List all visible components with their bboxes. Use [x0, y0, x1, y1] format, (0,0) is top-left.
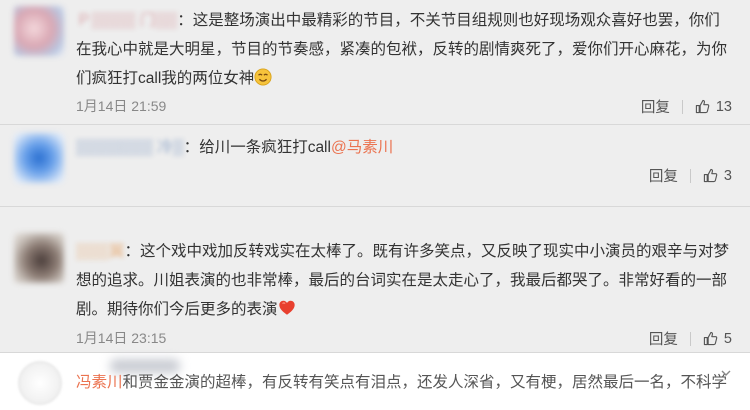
timestamp: 1月14日 21:59: [76, 98, 167, 114]
like-button[interactable]: 5: [703, 331, 732, 347]
thumbs-up-icon: [703, 168, 718, 183]
comment-body: 和贾金金演的超棒，有反转有笑点有泪点，还发人深省，又有梗，居然最后一名，不科学: [122, 374, 728, 391]
username[interactable]: ▒▒▒▒▒▒▒ 冷▒: [76, 133, 184, 162]
username[interactable]: ▒▒▒翼: [76, 237, 124, 266]
comment-item: Ｐ▒▒▒▒ 门▒▒：这是整场演出中最精彩的节目，不关节目组规则也好现场观众喜好也…: [0, 0, 750, 125]
comment-actions: 回复 3: [649, 165, 732, 186]
like-count: 13: [715, 98, 732, 115]
mention-link[interactable]: 冯素川: [76, 374, 123, 391]
emoji-face-icon: [254, 68, 272, 86]
reply-button[interactable]: 回复: [649, 165, 678, 186]
reply-button[interactable]: 回复: [649, 328, 678, 349]
like-button[interactable]: 13: [695, 99, 732, 115]
timestamp: 1月14日 23:15: [76, 330, 167, 346]
comment-text: Ｐ▒▒▒▒ 门▒▒：这是整场演出中最精彩的节目，不关节目组规则也好现场观众喜好也…: [76, 6, 730, 93]
comment-item: ▒▒▒翼：这个戏中戏加反转戏实在太棒了。既有许多笑点，又反映了现实中小演员的艰辛…: [0, 207, 750, 353]
divider: [689, 331, 691, 346]
thumbs-up-icon: [695, 99, 710, 114]
divider: [689, 168, 691, 183]
divider: [681, 99, 683, 114]
comment-text: ▒▒▒▒▒▒▒ 冷▒：给川一条疯狂打call@马素川: [76, 133, 730, 162]
comment-text: 冯素川和贾金金演的超棒，有反转有笑点有泪点，还发人深省，又有梗，居然最后一名，不…: [76, 368, 730, 397]
comment-body: 给川一条疯狂打call: [199, 139, 331, 156]
avatar[interactable]: [14, 6, 64, 56]
like-count: 5: [723, 330, 732, 347]
like-count: 3: [723, 167, 732, 184]
avatar[interactable]: [14, 133, 64, 183]
comment-text: ▒▒▒翼：这个戏中戏加反转戏实在太棒了。既有许多笑点，又反映了现实中小演员的艰辛…: [76, 237, 730, 324]
like-button[interactable]: 3: [703, 168, 732, 184]
comment-actions: 回复 5: [649, 328, 732, 349]
avatar[interactable]: [18, 361, 62, 405]
reply-button[interactable]: 回复: [641, 96, 670, 117]
thumbs-up-icon: [703, 331, 718, 346]
mention-link[interactable]: @马素川: [331, 139, 393, 156]
comment-body: 这个戏中戏加反转戏实在太棒了。既有许多笑点，又反映了现实中小演员的艰辛与对梦想的…: [76, 243, 729, 318]
comment-actions: 回复 13: [641, 96, 732, 117]
username[interactable]: Ｐ▒▒▒▒ 门▒▒: [76, 6, 177, 35]
heart-icon: [278, 300, 295, 315]
comment-item: 冯素川和贾金金演的超棒，有反转有笑点有泪点，还发人深省，又有梗，居然最后一名，不…: [0, 353, 750, 410]
comment-item: ▒▒▒▒▒▒▒ 冷▒：给川一条疯狂打call@马素川 回复 3: [0, 125, 750, 207]
avatar[interactable]: [14, 233, 64, 283]
